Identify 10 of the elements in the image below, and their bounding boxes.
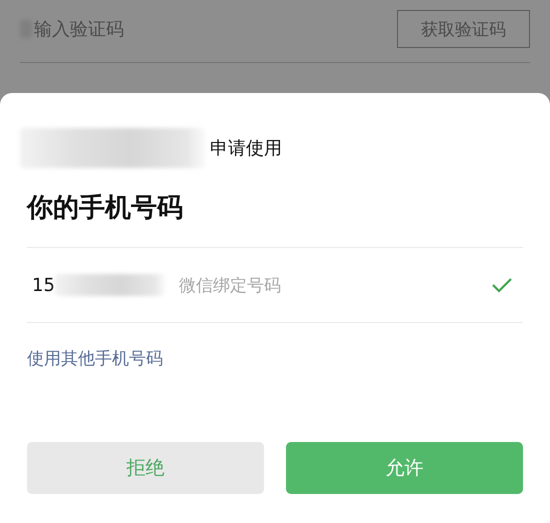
- allow-button[interactable]: 允许: [286, 442, 523, 494]
- phone-note: 微信绑定号码: [178, 274, 282, 296]
- sheet-title: 你的手机号码: [27, 192, 184, 225]
- other-number-link[interactable]: 使用其他手机号码: [27, 347, 163, 370]
- phone-number: 15: [32, 274, 55, 296]
- phone-option[interactable]: 15 微信绑定号码: [27, 248, 523, 322]
- request-text: 申请使用: [210, 137, 282, 160]
- code-input-field[interactable]: 输入验证码: [32, 18, 232, 40]
- get-code-button[interactable]: 获取验证码: [397, 10, 530, 48]
- reject-button[interactable]: 拒绝: [27, 442, 264, 494]
